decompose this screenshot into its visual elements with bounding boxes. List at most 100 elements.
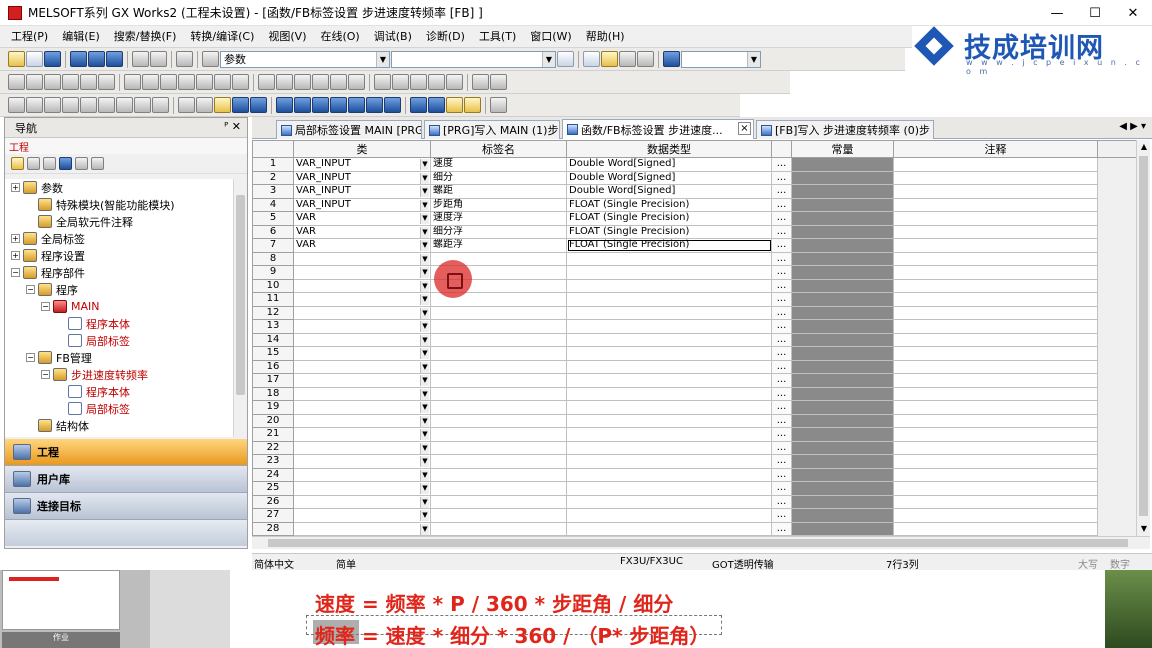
rebuild-icon[interactable] bbox=[464, 97, 481, 113]
label-name-cell[interactable] bbox=[430, 359, 567, 374]
label-name-cell[interactable]: 速度 bbox=[430, 157, 567, 172]
label-name-cell[interactable] bbox=[430, 346, 567, 361]
copy-icon[interactable] bbox=[196, 97, 213, 113]
menu-window[interactable]: 窗口(W) bbox=[523, 27, 578, 47]
chevron-down-icon[interactable]: ▼ bbox=[420, 226, 429, 238]
collapse-icon[interactable]: − bbox=[26, 353, 35, 362]
device-comment-icon[interactable] bbox=[428, 74, 445, 90]
comment-cell[interactable] bbox=[893, 224, 1098, 239]
comment-cell[interactable] bbox=[893, 251, 1098, 266]
nav-button-project[interactable]: 工程 bbox=[5, 439, 247, 466]
data-type-browse-button[interactable]: ... bbox=[771, 467, 792, 482]
menu-diagnostics[interactable]: 诊断(D) bbox=[419, 27, 472, 47]
comment-cell[interactable] bbox=[893, 332, 1098, 347]
falling-parallel-icon[interactable] bbox=[178, 74, 195, 90]
chevron-down-icon[interactable]: ▼ bbox=[420, 361, 429, 373]
list-icon[interactable] bbox=[26, 51, 43, 67]
data-type-browse-button[interactable]: ... bbox=[771, 373, 792, 388]
binoculars-icon[interactable] bbox=[202, 51, 219, 67]
comment-cell[interactable] bbox=[893, 305, 1098, 320]
contact-open-icon[interactable] bbox=[8, 74, 25, 90]
class-cell[interactable]: ▼ bbox=[293, 346, 431, 361]
class-cell[interactable]: ▼ bbox=[293, 359, 431, 374]
class-cell[interactable]: VAR ▼ bbox=[293, 211, 431, 226]
data-type-browse-button[interactable]: ... bbox=[771, 481, 792, 496]
chevron-down-icon[interactable]: ▼ bbox=[420, 442, 429, 454]
comment-cell[interactable] bbox=[893, 427, 1098, 442]
class-cell[interactable]: ▼ bbox=[293, 454, 431, 469]
data-type-browse-button[interactable]: ... bbox=[771, 332, 792, 347]
class-cell[interactable]: ▼ bbox=[293, 467, 431, 482]
tree-item[interactable]: 全局软元件注释 bbox=[5, 213, 235, 230]
chevron-down-icon[interactable]: ▼ bbox=[420, 523, 429, 535]
comment-cell[interactable] bbox=[893, 494, 1098, 509]
data-type-cell[interactable] bbox=[566, 508, 772, 523]
simulation-icon[interactable] bbox=[384, 97, 401, 113]
class-cell[interactable]: ▼ bbox=[293, 278, 431, 293]
data-type-cell[interactable] bbox=[566, 373, 772, 388]
decimal-icon[interactable] bbox=[80, 97, 97, 113]
menu-view[interactable]: 视图(V) bbox=[261, 27, 313, 47]
data-type-browse-button[interactable]: ... bbox=[771, 346, 792, 361]
data-type-cell[interactable] bbox=[566, 292, 772, 307]
data-type-cell[interactable] bbox=[566, 521, 772, 536]
chevron-down-icon[interactable]: ▼ bbox=[420, 375, 429, 386]
bit16-icon[interactable] bbox=[116, 97, 133, 113]
comment-cell[interactable] bbox=[893, 211, 1098, 226]
chevron-down-icon[interactable]: ▼ bbox=[420, 496, 429, 508]
header-data-type[interactable]: 数据类型 bbox=[566, 140, 772, 158]
comment-cell[interactable] bbox=[893, 413, 1098, 428]
open-icon[interactable] bbox=[601, 51, 618, 67]
comment-cell[interactable] bbox=[893, 170, 1098, 185]
note-icon[interactable] bbox=[410, 74, 427, 90]
scroll-thumb[interactable] bbox=[268, 539, 1128, 547]
data-type-browse-button[interactable]: ... bbox=[771, 184, 792, 199]
menu-convert-compile[interactable]: 转换/编译(C) bbox=[183, 27, 261, 47]
class-cell[interactable]: VAR ▼ bbox=[293, 238, 431, 253]
class-cell[interactable]: ▼ bbox=[293, 400, 431, 415]
data-type-browse-button[interactable]: ... bbox=[771, 427, 792, 442]
chevron-down-icon[interactable]: ▼ bbox=[420, 429, 429, 440]
paste-icon[interactable] bbox=[214, 97, 231, 113]
chevron-down-icon[interactable]: ▼ bbox=[420, 348, 429, 359]
class-cell[interactable]: ▼ bbox=[293, 319, 431, 334]
rising-parallel-icon[interactable] bbox=[160, 74, 177, 90]
data-type-cell[interactable] bbox=[566, 305, 772, 320]
tree-item[interactable]: 结构体 bbox=[5, 417, 235, 434]
clock-icon[interactable] bbox=[490, 74, 507, 90]
grid-horizontal-scrollbar[interactable] bbox=[252, 536, 1150, 549]
zoom-icon[interactable] bbox=[472, 74, 489, 90]
monitor-icon[interactable] bbox=[132, 51, 149, 67]
tree-item[interactable]: − 程序部件 bbox=[5, 264, 235, 281]
label-name-cell[interactable] bbox=[430, 305, 567, 320]
function-icon[interactable] bbox=[98, 74, 115, 90]
nav-pin-close[interactable]: ᴾ ✕ bbox=[224, 120, 241, 133]
data-type-browse-button[interactable]: ... bbox=[771, 211, 792, 226]
data-type-browse-button[interactable]: ... bbox=[771, 521, 792, 536]
help-icon[interactable] bbox=[176, 51, 193, 67]
radix-2-icon[interactable] bbox=[8, 97, 25, 113]
menu-project[interactable]: 工程(P) bbox=[4, 27, 55, 47]
data-type-cell[interactable] bbox=[566, 386, 772, 401]
property-icon[interactable] bbox=[59, 157, 72, 170]
rising-edge-icon[interactable] bbox=[124, 74, 141, 90]
radix-10-icon[interactable] bbox=[44, 97, 61, 113]
vline-icon[interactable] bbox=[276, 74, 293, 90]
chevron-down-icon[interactable]: ▼ bbox=[420, 199, 429, 211]
comment-cell[interactable] bbox=[893, 521, 1098, 536]
erase-line-icon[interactable] bbox=[348, 74, 365, 90]
radix-8-icon[interactable] bbox=[26, 97, 43, 113]
parallel-close-icon[interactable] bbox=[62, 74, 79, 90]
contact-close-icon[interactable] bbox=[26, 74, 43, 90]
data-type-cell[interactable]: FLOAT (Single Precision) bbox=[566, 197, 772, 212]
close-button[interactable]: ✕ bbox=[1114, 0, 1152, 26]
tree-item[interactable]: − 步进速度转频率 bbox=[5, 366, 235, 383]
draw-line-icon[interactable] bbox=[330, 74, 347, 90]
chevron-down-icon[interactable]: ▼ bbox=[420, 321, 429, 332]
chevron-down-icon[interactable]: ▼ bbox=[420, 186, 429, 197]
data-type-browse-button[interactable]: ... bbox=[771, 224, 792, 239]
tree-item[interactable]: + 程序设置 bbox=[5, 247, 235, 264]
scroll-thumb[interactable] bbox=[1139, 156, 1148, 516]
monitor-mode-icon[interactable] bbox=[312, 97, 329, 113]
data-type-browse-button[interactable]: ... bbox=[771, 494, 792, 509]
